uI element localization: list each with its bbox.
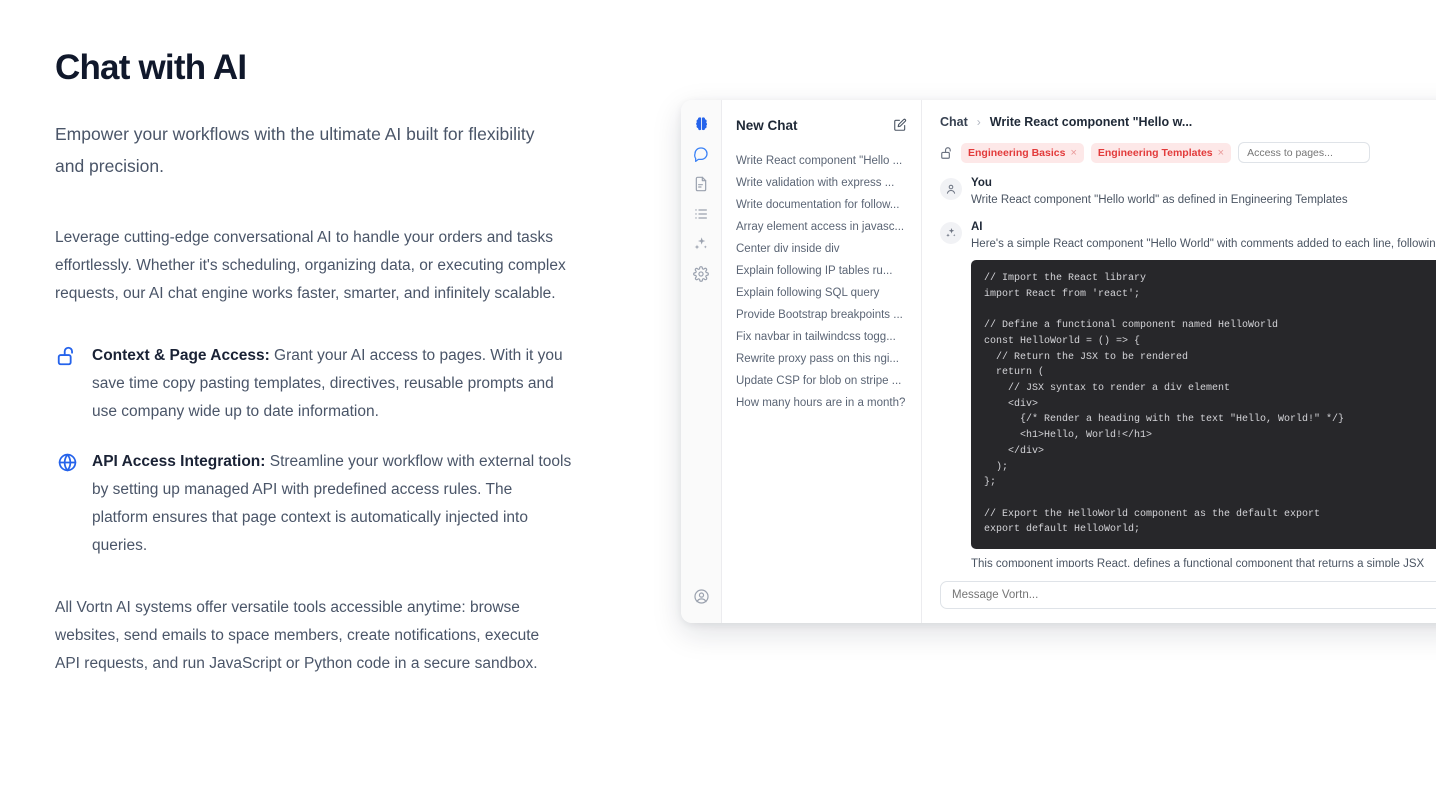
page-access-input[interactable] bbox=[1238, 142, 1371, 164]
sparkles-icon[interactable] bbox=[688, 231, 714, 257]
code-block: // Import the React library import React… bbox=[971, 260, 1436, 550]
list-item[interactable]: Write React component "Hello ... bbox=[722, 150, 921, 172]
list-item[interactable]: Update CSP for blob on stripe ... bbox=[722, 370, 921, 392]
chat-icon[interactable] bbox=[688, 141, 714, 167]
app-window: New Chat Write React component "Hello ..… bbox=[681, 100, 1436, 623]
breadcrumb-current: Write React component "Hello w... bbox=[989, 115, 1193, 130]
list-item[interactable]: Rewrite proxy pass on this ngi... bbox=[722, 348, 921, 370]
message-input[interactable] bbox=[940, 581, 1436, 609]
chat-history-sidebar: New Chat Write React component "Hello ..… bbox=[722, 100, 922, 623]
breadcrumb-root[interactable]: Chat bbox=[940, 115, 968, 129]
account-icon[interactable] bbox=[688, 583, 714, 609]
document-icon[interactable] bbox=[688, 171, 714, 197]
brain-icon[interactable] bbox=[688, 111, 714, 137]
message-ai: AI Here's a simple React component "Hell… bbox=[940, 221, 1436, 567]
list-item[interactable]: Explain following IP tables ru... bbox=[722, 260, 921, 282]
page-root: Chat with AI Empower your workflows with… bbox=[0, 0, 1436, 807]
icon-rail bbox=[681, 100, 722, 623]
sparkles-avatar-icon bbox=[940, 222, 962, 245]
list-item[interactable]: Provide Bootstrap breakpoints ... bbox=[722, 304, 921, 326]
gear-icon[interactable] bbox=[688, 261, 714, 287]
list-item[interactable]: Explain following SQL query bbox=[722, 282, 921, 304]
new-chat-label[interactable]: New Chat bbox=[736, 118, 798, 133]
list-icon[interactable] bbox=[688, 201, 714, 227]
status-badge[interactable]: Engineering Basics × bbox=[961, 142, 1084, 163]
list-item[interactable]: Write validation with express ... bbox=[722, 172, 921, 194]
close-icon[interactable]: × bbox=[1218, 147, 1224, 159]
list-item[interactable]: Write documentation for follow... bbox=[722, 194, 921, 216]
message-body: AI Here's a simple React component "Hell… bbox=[971, 221, 1436, 567]
tag-label: Engineering Basics bbox=[968, 146, 1066, 159]
page-title: Chat with AI bbox=[55, 48, 247, 87]
message-author: AI bbox=[971, 221, 983, 234]
list-item[interactable]: Fix navbar in tailwindcss togg... bbox=[722, 326, 921, 348]
chat-history-list: Write React component "Hello ... Write v… bbox=[722, 150, 921, 414]
list-item[interactable]: How many hours are in a month? bbox=[722, 392, 921, 414]
feature-list: Context & Page Access: Grant your AI acc… bbox=[55, 342, 585, 560]
message-text: Write React component "Hello world" as d… bbox=[971, 194, 1348, 207]
tag-label: Engineering Templates bbox=[1097, 146, 1213, 159]
lead-paragraph: Empower your workflows with the ultimate… bbox=[55, 124, 535, 177]
user-avatar-icon bbox=[940, 178, 962, 201]
close-icon[interactable]: × bbox=[1070, 147, 1076, 159]
chevron-right-icon: › bbox=[976, 115, 981, 130]
unlock-icon bbox=[940, 146, 954, 160]
list-item[interactable]: Array element access in javasc... bbox=[722, 216, 921, 238]
globe-icon bbox=[55, 450, 79, 474]
status-badge[interactable]: Engineering Templates × bbox=[1090, 142, 1232, 163]
message-text: Here's a simple React component "Hello W… bbox=[971, 238, 1436, 251]
feature-text: API Access Integration: Streamline your … bbox=[92, 448, 572, 560]
feature-item-api-access-integration: API Access Integration: Streamline your … bbox=[55, 448, 585, 560]
breadcrumb: Chat › Write React component "Hello w... bbox=[922, 112, 1436, 132]
unlock-icon bbox=[55, 344, 79, 368]
chat-main-pane: Chat › Write React component "Hello w...… bbox=[922, 100, 1436, 623]
body-paragraph: Leverage cutting-edge conversational AI … bbox=[55, 229, 566, 303]
message-list: You Write React component "Hello world" … bbox=[922, 177, 1436, 567]
feature-item-context-page-access: Context & Page Access: Grant your AI acc… bbox=[55, 342, 585, 426]
message-body: You Write React component "Hello world" … bbox=[971, 177, 1436, 209]
closing-paragraph: All Vortn AI systems offer versatile too… bbox=[55, 599, 540, 673]
page-access-tagbar: Engineering Basics × Engineering Templat… bbox=[922, 142, 1436, 164]
chat-history-header: New Chat bbox=[722, 112, 921, 138]
feature-title: Context & Page Access: bbox=[92, 347, 270, 365]
compose-edit-icon[interactable] bbox=[893, 118, 907, 132]
message-author: You bbox=[971, 177, 992, 190]
composer-area bbox=[922, 567, 1436, 623]
message-summary: This component imports React, defines a … bbox=[971, 558, 1425, 567]
marketing-column: Chat with AI Empower your workflows with… bbox=[55, 48, 585, 678]
message-user: You Write React component "Hello world" … bbox=[940, 177, 1436, 209]
feature-text: Context & Page Access: Grant your AI acc… bbox=[92, 342, 572, 426]
feature-title: API Access Integration: bbox=[92, 453, 266, 471]
list-item[interactable]: Center div inside div bbox=[722, 238, 921, 260]
